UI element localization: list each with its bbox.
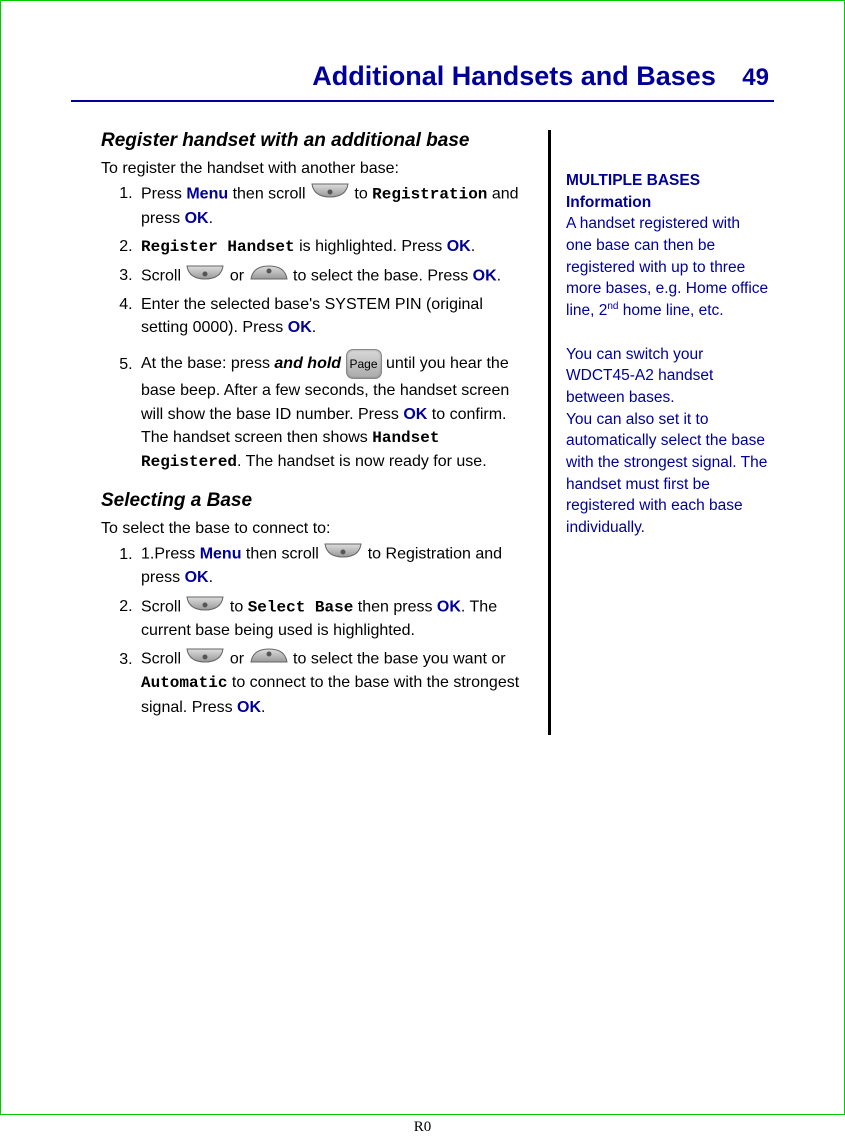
ok-label: OK	[185, 210, 209, 227]
sidebar-para-3: You can also set it to automatically sel…	[566, 409, 769, 539]
chapter-title: Additional Handsets and Bases	[312, 61, 716, 91]
register-steps: Press Menu then scroll to Registration a…	[101, 182, 533, 474]
scroll-down-icon	[185, 647, 225, 671]
register-step-4: Enter the selected base's SYSTEM PIN (or…	[137, 293, 533, 339]
ok-label: OK	[473, 267, 497, 284]
section2-intro: To select the base to connect to:	[101, 520, 533, 538]
select-step-2: Scroll to Select Base then press OK. The…	[137, 595, 533, 643]
ok-label: OK	[237, 699, 261, 716]
ok-label: OK	[185, 569, 209, 586]
header-rule	[71, 100, 774, 102]
select-step-1: 1.Press Menu then scroll to Registration…	[137, 542, 533, 589]
scroll-down-icon	[323, 542, 363, 566]
automatic-code: Automatic	[141, 674, 227, 692]
ok-label: OK	[437, 598, 461, 615]
section1-intro: To register the handset with another bas…	[101, 160, 533, 178]
sidebar-title-2: Information	[566, 192, 769, 214]
scroll-up-icon	[249, 647, 289, 671]
page-number: 49	[742, 64, 769, 91]
section-heading-select: Selecting a Base	[101, 490, 533, 512]
ok-label: OK	[403, 406, 427, 423]
ok-label: OK	[288, 319, 312, 336]
sidebar-para-2: You can switch your WDCT45-A2 handset be…	[566, 344, 769, 409]
register-step-5: At the base: press and hold Page until y…	[137, 349, 533, 474]
scroll-down-icon	[310, 182, 350, 206]
registration-code: Registration	[372, 185, 487, 203]
scroll-down-icon	[185, 264, 225, 288]
select-step-3: Scroll or to select the base you want or…	[137, 647, 533, 719]
register-handset-code: Register Handset	[141, 238, 295, 256]
section-heading-register: Register handset with an additional base	[101, 130, 533, 152]
ok-label: OK	[447, 238, 471, 255]
menu-label: Menu	[200, 546, 242, 563]
footer-code: R0	[1, 1119, 844, 1136]
superscript-nd: nd	[607, 301, 618, 312]
select-steps: 1.Press Menu then scroll to Registration…	[101, 542, 533, 719]
page-header: Additional Handsets and Bases 49	[51, 61, 794, 92]
page-button-icon: Page	[346, 349, 382, 379]
manual-page: Additional Handsets and Bases 49 Registe…	[0, 0, 845, 1115]
sidebar-para-1: A handset registered with one base can t…	[566, 213, 769, 322]
register-step-3: Scroll or to select the base. Press OK.	[137, 264, 533, 288]
register-step-1: Press Menu then scroll to Registration a…	[137, 182, 533, 230]
scroll-up-icon	[249, 264, 289, 288]
main-column: Register handset with an additional base…	[101, 130, 548, 735]
sidebar-title-1: MULTIPLE BASES	[566, 170, 769, 192]
register-step-2: Register Handset is highlighted. Press O…	[137, 235, 533, 259]
scroll-down-icon	[185, 595, 225, 619]
and-hold-text: and hold	[274, 356, 341, 373]
sidebar: MULTIPLE BASES Information A handset reg…	[548, 130, 769, 735]
menu-label: Menu	[186, 185, 228, 202]
select-base-code: Select Base	[248, 598, 354, 616]
content-columns: Register handset with an additional base…	[101, 130, 769, 735]
